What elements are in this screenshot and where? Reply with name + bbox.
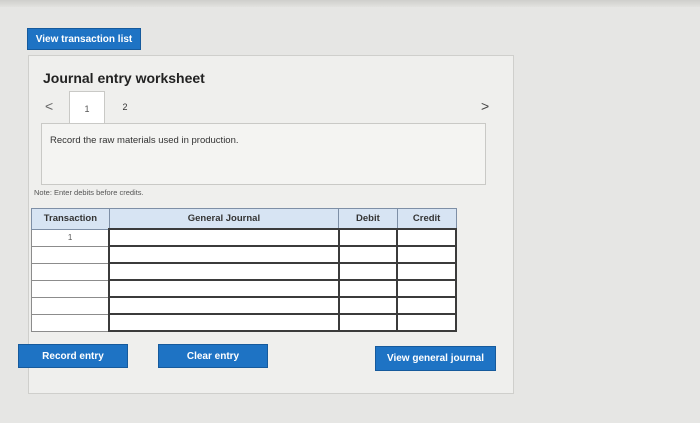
tab-2[interactable]: 2 (107, 91, 143, 123)
table-row (31, 279, 457, 298)
credit-input[interactable] (396, 228, 457, 247)
credit-input[interactable] (396, 245, 457, 264)
transaction-cell (31, 279, 110, 298)
note-text: Note: Enter debits before credits. (34, 188, 144, 197)
journal-table: Transaction General Journal Debit Credit… (31, 208, 457, 332)
table-row: 1 (31, 228, 457, 247)
account-input[interactable] (108, 245, 340, 264)
transaction-cell (31, 296, 110, 315)
debit-input[interactable] (337, 262, 399, 281)
credit-input[interactable] (396, 313, 457, 332)
tab-1[interactable]: 1 (69, 91, 105, 125)
top-edge (0, 0, 700, 7)
table-row (31, 245, 457, 264)
transaction-cell (31, 313, 110, 332)
credit-input[interactable] (396, 279, 457, 298)
debit-input[interactable] (337, 313, 399, 332)
transaction-cell (31, 245, 110, 264)
credit-input[interactable] (396, 296, 457, 315)
transaction-description-box: Record the raw materials used in product… (41, 123, 486, 185)
account-input[interactable] (108, 228, 340, 247)
transaction-description: Record the raw materials used in product… (50, 135, 239, 146)
account-input[interactable] (108, 279, 340, 298)
account-input[interactable] (108, 262, 340, 281)
credit-input[interactable] (396, 262, 457, 281)
chevron-right-icon[interactable]: > (481, 98, 489, 114)
clear-entry-button[interactable]: Clear entry (158, 344, 268, 368)
debit-input[interactable] (337, 279, 399, 298)
transaction-header: Transaction (31, 208, 110, 230)
view-general-journal-button[interactable]: View general journal (375, 346, 496, 371)
transaction-cell (31, 262, 110, 281)
credit-header: Credit (396, 208, 457, 230)
general-journal-header: General Journal (108, 208, 340, 230)
debit-input[interactable] (337, 296, 399, 315)
debit-input[interactable] (337, 228, 399, 247)
debit-input[interactable] (337, 245, 399, 264)
account-input[interactable] (108, 313, 340, 332)
account-input[interactable] (108, 296, 340, 315)
debit-header: Debit (338, 208, 398, 230)
table-row (31, 262, 457, 281)
worksheet-title: Journal entry worksheet (43, 70, 205, 86)
view-transaction-list-button[interactable]: View transaction list (27, 28, 141, 50)
record-entry-button[interactable]: Record entry (18, 344, 128, 368)
table-header-row: Transaction General Journal Debit Credit (31, 208, 457, 230)
transaction-cell: 1 (31, 228, 110, 247)
table-row (31, 313, 457, 332)
chevron-left-icon[interactable]: < (45, 98, 53, 114)
table-row (31, 296, 457, 315)
